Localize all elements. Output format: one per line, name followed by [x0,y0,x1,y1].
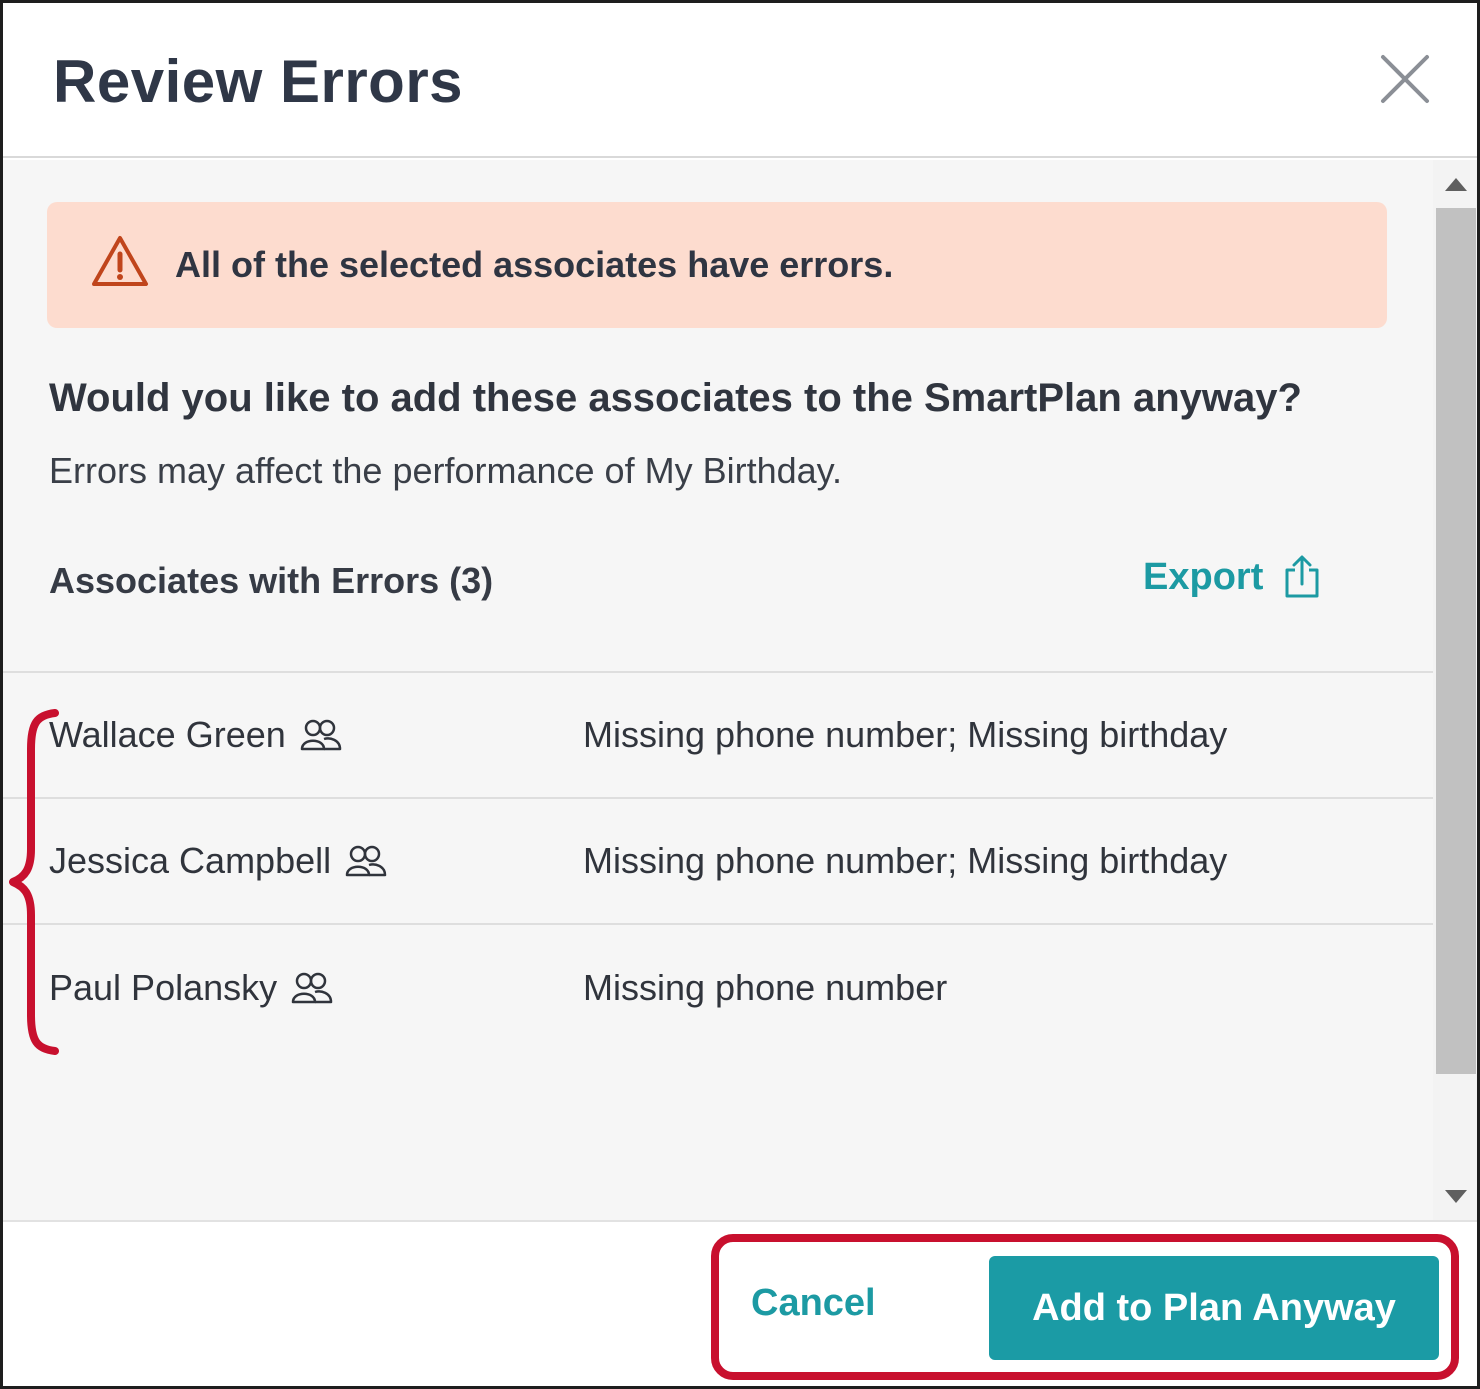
cancel-button[interactable]: Cancel [751,1282,876,1325]
warning-icon [92,236,148,286]
associate-name-cell: Paul Polansky [49,967,333,1009]
share-icon [1285,555,1319,598]
review-errors-dialog: Review Errors All of the selected associ… [0,0,1480,1389]
annotation-brace [9,709,59,1055]
dialog-header: Review Errors [3,3,1477,158]
associate-error: Missing phone number; Missing birthday [583,840,1228,881]
errors-section-title: Associates with Errors (3) [49,560,494,601]
scroll-thumb[interactable] [1436,208,1476,1074]
associates-error-list: Wallace Green Missing phone number; Miss… [3,671,1433,1051]
dialog-footer: Cancel Add to Plan Anyway [3,1220,1477,1386]
export-button[interactable]: Export [1143,554,1323,600]
vertical-scrollbar[interactable] [1433,160,1477,1220]
dialog-title: Review Errors [53,48,464,115]
associate-name-cell: Wallace Green [49,714,342,756]
confirm-subtext: Errors may affect the performance of My … [49,450,842,491]
close-button[interactable] [1373,47,1437,111]
associate-name: Wallace Green [49,714,286,755]
scroll-up-arrow-icon[interactable] [1445,178,1467,191]
group-icon [291,972,333,1004]
export-label: Export [1143,555,1264,598]
associate-name-cell: Jessica Campbell [49,840,387,882]
scroll-down-arrow-icon[interactable] [1445,1190,1467,1203]
alert-message: All of the selected associates have erro… [175,244,894,285]
associate-name: Jessica Campbell [49,840,332,881]
close-icon [1381,55,1429,103]
associate-name: Paul Polansky [49,967,278,1008]
list-item: Paul Polansky Missing phone number [3,925,1433,1051]
dialog-body: All of the selected associates have erro… [3,160,1433,1220]
group-icon [345,845,387,877]
error-alert: All of the selected associates have erro… [47,202,1387,328]
list-item: Wallace Green Missing phone number; Miss… [3,673,1433,799]
associate-error: Missing phone number [583,967,948,1008]
associate-error: Missing phone number; Missing birthday [583,714,1228,755]
group-icon [300,719,342,751]
confirm-question: Would you like to add these associates t… [49,376,1302,420]
add-to-plan-anyway-button[interactable]: Add to Plan Anyway [989,1256,1439,1360]
list-item: Jessica Campbell Missing phone number; M… [3,799,1433,925]
